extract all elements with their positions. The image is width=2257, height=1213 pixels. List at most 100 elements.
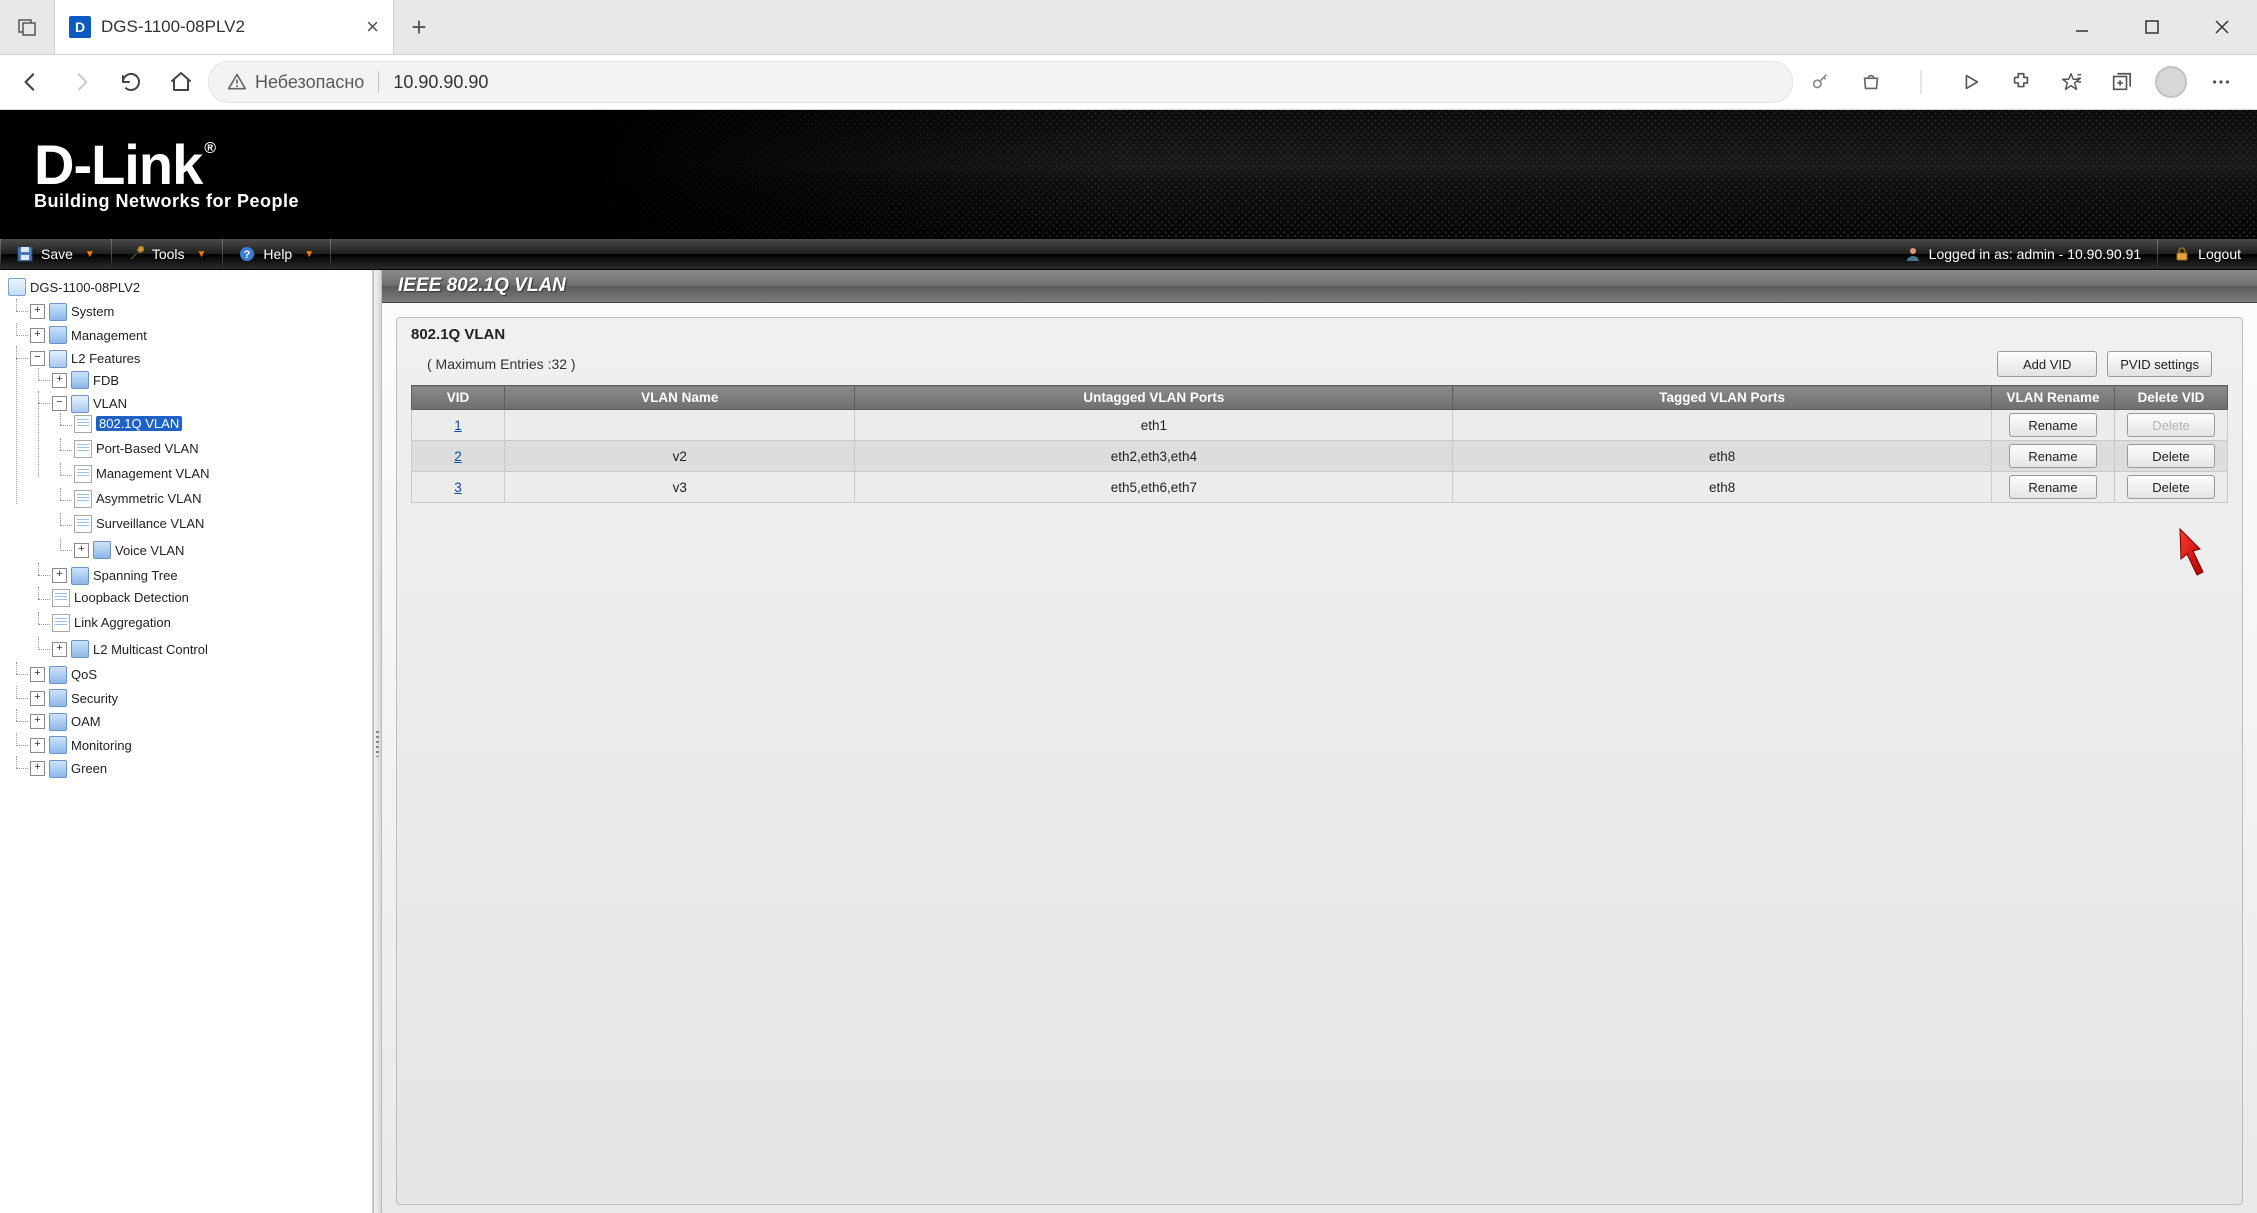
expand-icon[interactable]: +	[30, 304, 45, 319]
security-indicator[interactable]: Небезопасно	[227, 72, 364, 93]
new-tab-button[interactable]: +	[394, 0, 444, 54]
password-key-icon[interactable]	[1797, 59, 1845, 105]
expand-icon[interactable]: +	[52, 642, 67, 657]
tree-label: L2 Multicast Control	[93, 642, 208, 657]
tree-lag[interactable]: Link Aggregation	[52, 614, 171, 632]
tree-label: Management VLAN	[96, 466, 209, 481]
rename-button[interactable]: Rename	[2009, 475, 2097, 499]
save-icon	[17, 246, 33, 262]
expand-icon[interactable]: +	[30, 667, 45, 682]
navigation-tree[interactable]: DGS-1100-08PLV2 + System +Management − L2 …	[0, 270, 373, 1213]
tree-green[interactable]: +Green	[30, 760, 107, 778]
browser-toolbar: Небезопасно 10.90.90.90	[0, 55, 2257, 110]
delete-button[interactable]: Delete	[2127, 475, 2215, 499]
vertical-bar	[1897, 59, 1945, 105]
tree-vlan-port[interactable]: Port-Based VLAN	[74, 440, 199, 458]
tree-monitoring[interactable]: +Monitoring	[30, 736, 132, 754]
expand-icon[interactable]: +	[30, 738, 45, 753]
window-maximize-button[interactable]	[2117, 0, 2187, 54]
window-minimize-button[interactable]	[2047, 0, 2117, 54]
pvid-settings-button[interactable]: PVID settings	[2107, 351, 2212, 377]
menu-save-label: Save	[41, 246, 73, 262]
rename-button[interactable]: Rename	[2009, 413, 2097, 437]
tree-vlan-mgmt[interactable]: Management VLAN	[74, 465, 209, 483]
tree-label: OAM	[71, 714, 101, 729]
add-vid-button[interactable]: Add VID	[1997, 351, 2097, 377]
collapse-icon[interactable]: −	[52, 396, 67, 411]
expand-icon[interactable]: +	[30, 328, 45, 343]
tree-l2-features[interactable]: − L2 Features	[30, 350, 140, 368]
window-close-button[interactable]	[2187, 0, 2257, 54]
expand-icon[interactable]: +	[52, 373, 67, 388]
collapse-icon[interactable]: −	[30, 351, 45, 366]
tab-close-button[interactable]: ×	[366, 16, 379, 38]
tree-label: System	[71, 304, 114, 319]
tree-stp[interactable]: +Spanning Tree	[52, 567, 178, 585]
tab-title: DGS-1100-08PLV2	[101, 17, 245, 37]
shopping-icon[interactable]	[1847, 59, 1895, 105]
menu-help[interactable]: ? Help ▼	[223, 239, 330, 269]
folder-icon	[49, 303, 67, 321]
tree-qos[interactable]: +QoS	[30, 666, 97, 684]
tree-root[interactable]: DGS-1100-08PLV2	[8, 278, 140, 296]
tree-vlan-voice[interactable]: +Voice VLAN	[74, 541, 184, 559]
profile-button[interactable]	[2147, 59, 2195, 105]
browser-tab[interactable]: D DGS-1100-08PLV2 ×	[55, 0, 394, 54]
tree-system[interactable]: + System	[30, 303, 114, 321]
extensions-icon[interactable]	[1997, 59, 2045, 105]
cell-tagged: eth8	[1453, 472, 1992, 503]
delete-button[interactable]: Delete	[2127, 444, 2215, 468]
lock-icon	[2174, 246, 2190, 262]
collections-icon[interactable]	[2097, 59, 2145, 105]
more-menu-button[interactable]	[2197, 59, 2245, 105]
tree-label: L2 Features	[71, 351, 140, 366]
tree-l2mc[interactable]: + L2 Multicast Control	[52, 640, 208, 658]
tab-actions-button[interactable]	[0, 0, 55, 54]
workspace: DGS-1100-08PLV2 + System +Management − L2 …	[0, 270, 2257, 1213]
tree-vlan[interactable]: −VLAN	[52, 395, 127, 413]
splitter-handle[interactable]	[373, 270, 382, 1213]
nav-home-button[interactable]	[158, 59, 204, 105]
logout-button[interactable]: Logout	[2158, 239, 2257, 269]
vlan-panel: 802.1Q VLAN ( Maximum Entries :32 ) Add …	[396, 317, 2243, 1205]
expand-icon[interactable]: +	[74, 543, 89, 558]
tree-fdb[interactable]: +FDB	[52, 371, 119, 389]
expand-icon[interactable]: +	[30, 761, 45, 776]
expand-icon[interactable]: +	[30, 714, 45, 729]
vid-link[interactable]: 3	[454, 480, 462, 495]
tree-management[interactable]: +Management	[30, 326, 147, 344]
tree-loopback[interactable]: Loopback Detection	[52, 589, 189, 607]
page-icon	[52, 589, 70, 607]
page-icon	[74, 415, 92, 433]
expand-icon[interactable]: +	[52, 568, 67, 583]
menu-tools[interactable]: Tools ▼	[112, 239, 223, 269]
vid-link[interactable]: 1	[454, 418, 462, 433]
person-icon	[1905, 246, 1921, 262]
nav-refresh-button[interactable]	[108, 59, 154, 105]
page-icon	[74, 515, 92, 533]
favorites-icon[interactable]	[2047, 59, 2095, 105]
vid-link[interactable]: 2	[454, 449, 462, 464]
play-icon[interactable]	[1947, 59, 1995, 105]
address-bar[interactable]: Небезопасно 10.90.90.90	[208, 61, 1793, 103]
table-row: 2v2eth2,eth3,eth4eth8RenameDelete	[412, 441, 2228, 472]
max-entries-label: ( Maximum Entries :32 )	[427, 356, 576, 372]
caret-down-icon: ▼	[197, 249, 207, 260]
tree-vlan-8021q[interactable]: 802.1Q VLAN	[74, 415, 182, 433]
page-icon	[74, 490, 92, 508]
tree-label: Surveillance VLAN	[96, 516, 204, 531]
expand-icon[interactable]: +	[30, 691, 45, 706]
tree-oam[interactable]: + OAM	[30, 713, 101, 731]
menu-save[interactable]: Save ▼	[1, 239, 111, 269]
tree-label-selected: 802.1Q VLAN	[96, 416, 182, 431]
nav-forward-button[interactable]	[58, 59, 104, 105]
cell-untagged: eth5,eth6,eth7	[855, 472, 1453, 503]
tree-vlan-surv[interactable]: Surveillance VLAN	[74, 515, 204, 533]
tree-security[interactable]: +Security	[30, 689, 118, 707]
rename-button[interactable]: Rename	[2009, 444, 2097, 468]
tree-vlan-asym[interactable]: Asymmetric VLAN	[74, 490, 201, 508]
addr-divider	[378, 71, 379, 93]
toolbar-right-icons	[1797, 59, 2249, 105]
nav-back-button[interactable]	[8, 59, 54, 105]
logo-text: D-Link®	[34, 137, 299, 193]
